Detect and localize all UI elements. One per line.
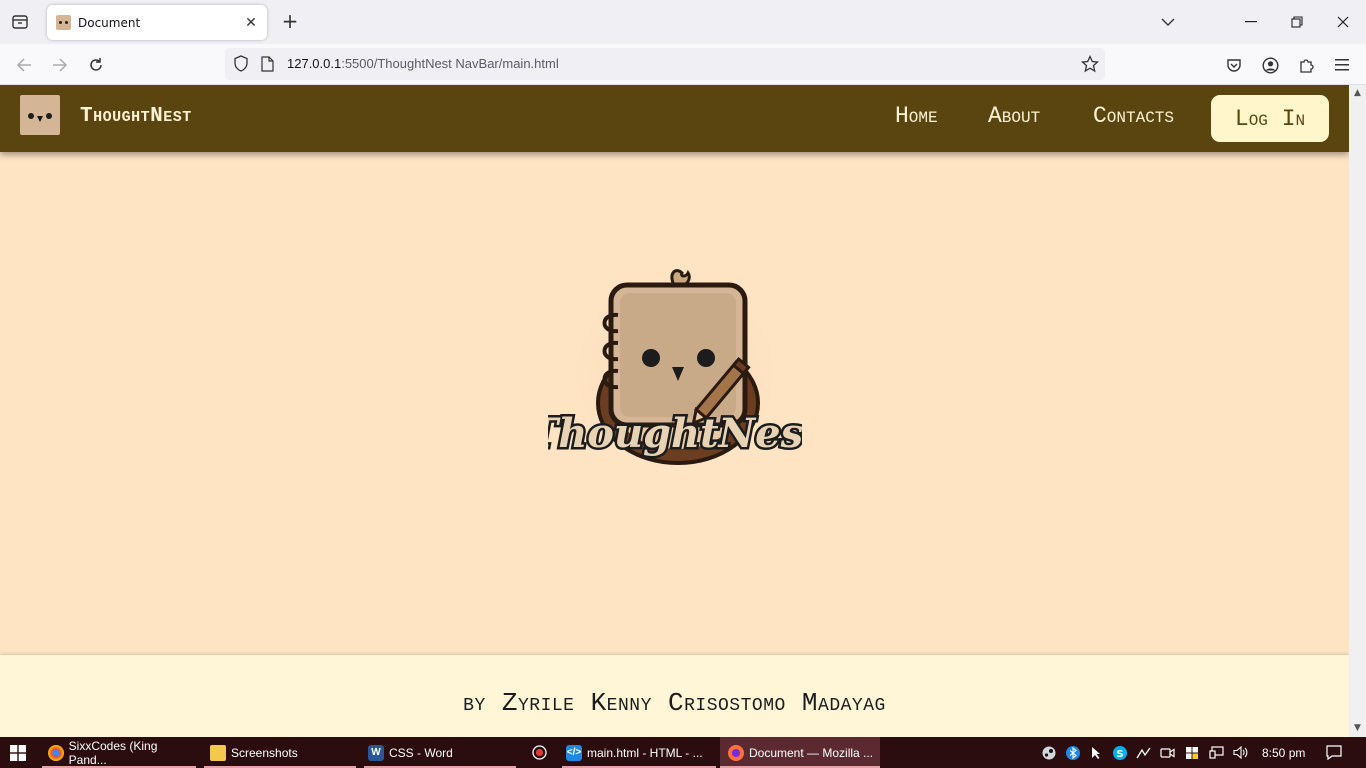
site-footer: by Zyrile Kenny Crisostomo Madayag — [0, 655, 1349, 737]
volume-icon[interactable] — [1233, 745, 1248, 760]
taskbar-item-chrome[interactable]: SixxCodes (King Pand... — [42, 737, 196, 768]
taskbar-clock[interactable]: 8:50 pm — [1262, 746, 1305, 760]
network-icon[interactable] — [1209, 745, 1224, 760]
page-viewport: ThoughtNest Home About Contacts Log In h… — [0, 85, 1349, 737]
menu-icon[interactable] — [1330, 53, 1354, 77]
scroll-down-icon[interactable]: ▼ — [1353, 724, 1362, 733]
logo-left-eye — [642, 349, 660, 367]
tab-title: Document — [78, 15, 141, 30]
footer-credit: by Zyrile Kenny Crisostomo Madayag — [463, 688, 886, 718]
browser-nav-bar: 127.0.0.1:5500/ThoughtNest NavBar/main.h… — [0, 44, 1366, 85]
notifications-icon[interactable] — [1325, 745, 1343, 760]
taskbar-item-label: SixxCodes (King Pand... — [68, 738, 158, 767]
page-info-icon[interactable] — [261, 56, 274, 76]
url-text: 127.0.0.1:5500/ThoughtNest NavBar/main.h… — [287, 56, 559, 71]
taskbar-item-label: Document — Mozilla ... — [749, 745, 874, 760]
taskbar-item-label: main.html - HTML - ... — [587, 745, 703, 760]
address-bar[interactable]: 127.0.0.1:5500/ThoughtNest NavBar/main.h… — [225, 48, 1105, 80]
brand-name[interactable]: ThoughtNest — [80, 105, 192, 128]
vscode-icon: </> — [566, 744, 582, 761]
security-icon[interactable] — [1184, 745, 1199, 760]
taskbar-item-vscode[interactable]: </> main.html - HTML - ... — [562, 737, 716, 768]
site-header: ThoughtNest Home About Contacts Log In — [0, 85, 1349, 152]
pointer-icon[interactable] — [1088, 745, 1103, 760]
browser-tab-bar: Document ✕ + — [0, 0, 1366, 44]
new-tab-icon[interactable]: + — [280, 11, 300, 32]
nav-link-about[interactable]: About — [988, 103, 1040, 129]
chrome-icon — [48, 744, 64, 761]
windows-start-icon[interactable] — [10, 745, 26, 761]
tab-list-icon[interactable] — [9, 12, 31, 32]
url-host: 127.0.0.1 — [287, 56, 342, 71]
logo-right-eye — [697, 349, 715, 367]
svg-text:S: S — [1116, 749, 1123, 760]
nav-link-contacts[interactable]: Contacts — [1093, 103, 1174, 129]
folder-icon — [210, 744, 226, 761]
taskbar-item-label: Screenshots — [231, 745, 298, 760]
back-icon[interactable] — [12, 53, 36, 77]
tracking-protection-icon[interactable] — [233, 55, 249, 76]
taskbar-item-screenshots[interactable]: Screenshots — [204, 737, 356, 768]
brand-logo-icon[interactable] — [20, 95, 60, 135]
scroll-up-icon[interactable]: ▲ — [1353, 89, 1362, 98]
nav-link-home[interactable]: Home — [895, 103, 938, 129]
close-tab-icon[interactable]: ✕ — [243, 15, 259, 31]
windows-taskbar: SixxCodes (King Pand... Screenshots W CS… — [0, 737, 1366, 768]
pocket-icon[interactable] — [1222, 53, 1246, 77]
word-icon: W — [368, 744, 384, 761]
steam-icon[interactable] — [1041, 745, 1056, 760]
account-icon[interactable] — [1258, 53, 1282, 77]
minimize-icon[interactable] — [1239, 11, 1263, 33]
bookmark-star-icon[interactable] — [1080, 54, 1100, 77]
close-window-icon[interactable] — [1331, 11, 1355, 33]
forward-icon[interactable] — [48, 53, 72, 77]
login-button[interactable]: Log In — [1211, 95, 1329, 142]
browser-tab-active[interactable]: Document ✕ — [47, 5, 267, 40]
tab-favicon-icon — [56, 15, 71, 30]
skype-icon[interactable]: S — [1112, 745, 1127, 760]
restore-icon[interactable] — [1285, 11, 1309, 33]
tray-app-icon[interactable] — [1136, 745, 1151, 760]
meet-now-icon[interactable] — [1160, 745, 1175, 760]
thoughtnest-hero-logo: ThoughtNest — [548, 265, 802, 481]
taskbar-item-word[interactable]: W CSS - Word — [364, 737, 516, 768]
extensions-icon[interactable] — [1294, 53, 1318, 77]
bluetooth-icon[interactable] — [1065, 745, 1080, 760]
logo-wordmark: ThoughtNest — [548, 410, 802, 457]
page-scrollbar[interactable]: ▲ ▼ — [1349, 85, 1366, 737]
firefox-icon — [728, 744, 744, 761]
list-all-tabs-icon[interactable] — [1156, 11, 1180, 33]
taskbar-item-firefox[interactable]: Document — Mozilla ... — [720, 737, 880, 768]
url-path: :5500/ThoughtNest NavBar/main.html — [341, 56, 559, 71]
reload-icon[interactable] — [84, 53, 108, 77]
record-icon[interactable] — [532, 745, 547, 760]
taskbar-item-label: CSS - Word — [389, 745, 453, 760]
